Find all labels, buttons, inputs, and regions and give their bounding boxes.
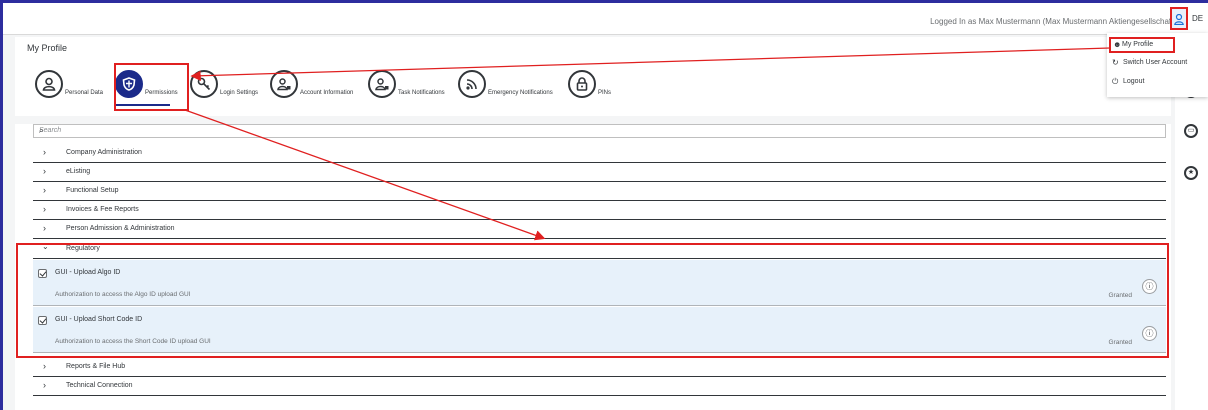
chevron-right-icon: ›	[43, 185, 46, 195]
language-switch[interactable]: DE	[1192, 14, 1203, 23]
group-row[interactable]: › Company Administration	[33, 144, 1166, 163]
search-icon[interactable]: ⌕	[39, 126, 1159, 136]
menu-item-label: Switch User Account	[1123, 59, 1188, 66]
group-label: Invoices & Fee Reports	[66, 206, 139, 213]
chevron-right-icon: ›	[43, 147, 46, 157]
user-menu-button[interactable]	[1170, 7, 1188, 30]
group-label: Technical Connection	[66, 382, 133, 389]
menu-item-my-profile[interactable]: ☻ My Profile	[1109, 37, 1175, 53]
user-dropdown-menu: ☻ My Profile ↻ Switch User Account ⏻ Log…	[1107, 33, 1208, 97]
group-label: Functional Setup	[66, 187, 119, 194]
chevron-right-icon: ›	[43, 223, 46, 233]
chevron-right-icon: ›	[43, 380, 46, 390]
annotation-box-regulatory-group	[16, 243, 1169, 358]
tab-label: Personal Data	[65, 90, 104, 96]
account-card-icon	[270, 70, 298, 98]
group-label: Reports & File Hub	[66, 363, 126, 370]
page-title: My Profile	[27, 43, 68, 53]
group-row[interactable]: › Person Admission & Administration	[33, 220, 1166, 239]
top-bar: Logged In as Max Mustermann (Max Musterm…	[3, 3, 1208, 35]
chevron-right-icon: ›	[43, 166, 46, 176]
group-row[interactable]: › eListing	[33, 163, 1166, 182]
tab-label: Account Information	[300, 90, 354, 96]
tab-label: Emergency Notifications	[488, 90, 553, 96]
task-person-icon	[368, 70, 396, 98]
logged-in-text: Logged In as Max Mustermann (Max Musterm…	[930, 17, 1176, 26]
group-label: eListing	[66, 168, 91, 175]
chevron-right-icon: ›	[43, 204, 46, 214]
tab-label: Task Notifications	[398, 90, 445, 96]
key-icon	[190, 70, 218, 98]
person-icon	[35, 70, 63, 98]
menu-item-logout[interactable]: ⏻ Logout	[1110, 74, 1206, 90]
group-row[interactable]: › Invoices & Fee Reports	[33, 201, 1166, 220]
group-row[interactable]: › Functional Setup	[33, 182, 1166, 201]
section-separator	[15, 116, 1171, 124]
annotation-box-permissions-tab	[114, 63, 189, 111]
group-label: Company Administration	[66, 149, 142, 156]
user-icon	[1174, 14, 1184, 25]
group-row[interactable]: › Technical Connection	[33, 377, 1166, 396]
star-icon[interactable]: ★	[1184, 166, 1198, 180]
search-field[interactable]: Search ⌕	[33, 124, 1166, 138]
power-icon: ⏻	[1112, 77, 1119, 86]
menu-item-switch-user-account[interactable]: ↻ Switch User Account	[1110, 55, 1206, 71]
switch-icon: ↻	[1112, 58, 1119, 67]
menu-item-label: Logout	[1123, 78, 1145, 85]
group-label: Person Admission & Administration	[66, 225, 175, 232]
group-row[interactable]: › Reports & File Hub	[33, 358, 1166, 377]
signal-icon	[458, 70, 486, 98]
lock-icon	[568, 70, 596, 98]
tab-label: PINs	[598, 90, 612, 96]
menu-item-label: My Profile	[1122, 41, 1154, 48]
person-icon: ☻	[1113, 40, 1122, 49]
chevron-right-icon: ›	[43, 361, 46, 371]
card-icon[interactable]: ▭	[1184, 124, 1198, 138]
tab-label: Login Settings	[220, 90, 259, 96]
